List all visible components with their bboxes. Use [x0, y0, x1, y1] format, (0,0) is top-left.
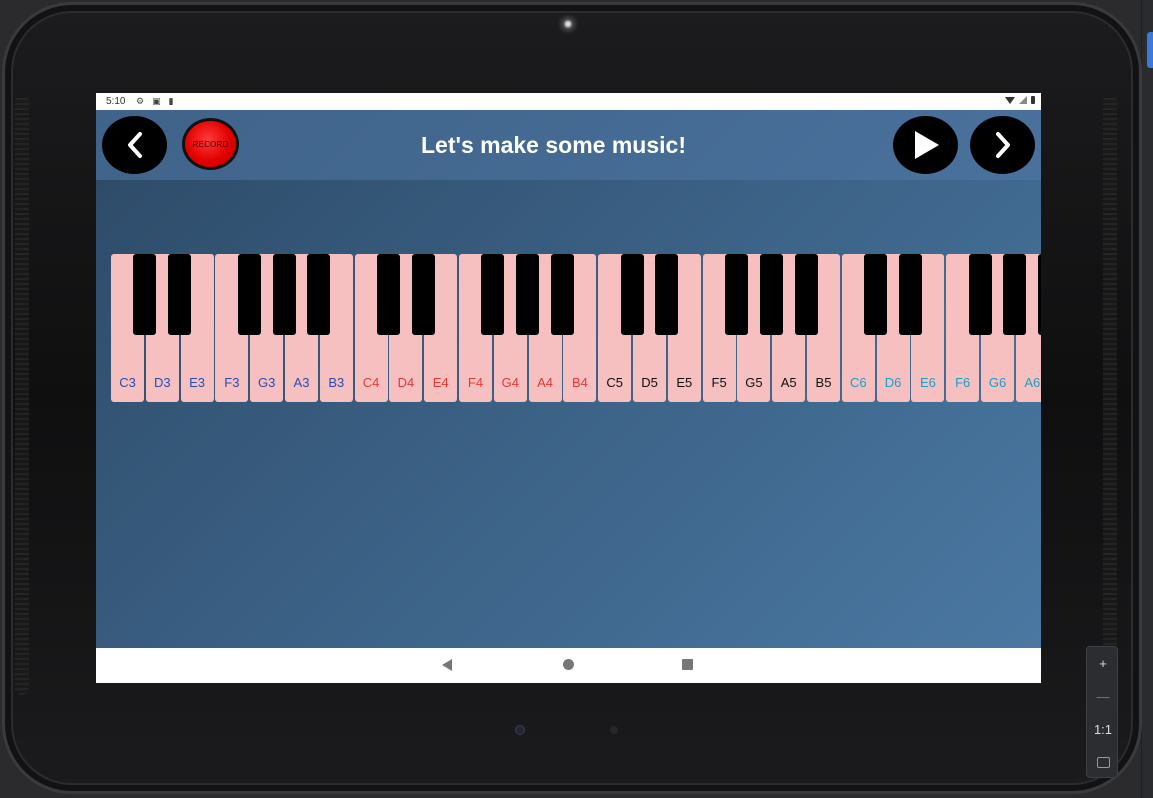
emulator-zoom-panel: + — 1:1: [1086, 646, 1118, 778]
piano-black-key[interactable]: [481, 254, 505, 335]
next-button[interactable]: [970, 116, 1035, 174]
chevron-right-icon: [995, 132, 1010, 158]
piano-black-key[interactable]: [968, 254, 992, 335]
piano-key-label: F3: [224, 375, 240, 390]
left-speaker-grille: [15, 95, 29, 695]
piano-key-label: A3: [293, 375, 310, 390]
piano-black-key[interactable]: [620, 254, 644, 335]
status-bar: 5:10 ⚙ ▣ ▮: [96, 93, 1041, 110]
fit-screen-button[interactable]: [1087, 746, 1119, 779]
signal-icon: [1019, 96, 1027, 104]
piano-black-key[interactable]: [376, 254, 400, 335]
piano-key-label: E3: [189, 375, 206, 390]
page-title: Let's make some music!: [421, 132, 686, 158]
front-camera: [564, 20, 572, 28]
battery-icon: [1031, 96, 1035, 104]
piano-key-label: G3: [258, 375, 276, 390]
piano-key-label: D3: [153, 375, 171, 390]
piano-black-key[interactable]: [655, 254, 679, 335]
zoom-out-button[interactable]: —: [1087, 680, 1119, 713]
piano-black-key[interactable]: [133, 254, 157, 335]
piano-key-label: G4: [501, 375, 519, 390]
device-screen: 5:10 ⚙ ▣ ▮ RECORD Let's make some music!…: [96, 93, 1041, 683]
piano-black-key[interactable]: [272, 254, 296, 335]
piano-black-key[interactable]: [307, 254, 331, 335]
fit-screen-icon: [1096, 757, 1110, 768]
sensor-dot: [610, 726, 618, 734]
piano-key-label: C5: [606, 375, 623, 390]
piano-black-key[interactable]: [864, 254, 888, 335]
play-button[interactable]: [893, 116, 958, 174]
piano-black-key[interactable]: [1038, 254, 1041, 335]
piano-key-label: F6: [955, 375, 971, 390]
record-label: RECORD: [192, 139, 229, 149]
android-nav-bar: [96, 648, 1041, 683]
nav-back-icon[interactable]: [442, 659, 452, 671]
piano-black-key[interactable]: [1003, 254, 1027, 335]
piano-key-label: B5: [815, 375, 832, 390]
piano-key-label: G5: [745, 375, 763, 390]
zoom-in-button[interactable]: +: [1087, 647, 1119, 680]
app-content: RECORD Let's make some music! C3 D3 E3 F3 G3…: [96, 110, 1041, 648]
piano-black-key[interactable]: [237, 254, 261, 335]
piano-black-key[interactable]: [550, 254, 574, 335]
piano-black-key[interactable]: [516, 254, 540, 335]
piano-key-label: A4: [537, 375, 554, 390]
piano-key-label: B4: [571, 375, 588, 390]
piano-black-key[interactable]: [411, 254, 435, 335]
play-icon: [914, 131, 939, 159]
top-toolbar: RECORD Let's make some music!: [96, 110, 1041, 180]
piano-black-key[interactable]: [759, 254, 783, 335]
nav-home-icon[interactable]: [563, 659, 574, 670]
a-icon: ▣: [152, 96, 161, 106]
piano-key-label: E5: [676, 375, 693, 390]
piano-key-label: E4: [432, 375, 449, 390]
sensor-icon: [515, 725, 525, 735]
settings-icon: ⚙: [136, 96, 145, 106]
piano-key-label: D5: [641, 375, 658, 390]
piano-key-label: E6: [919, 375, 936, 390]
nav-recents-icon[interactable]: [682, 659, 693, 670]
piano-black-key[interactable]: [168, 254, 192, 335]
emulator-side-panel: [1141, 0, 1153, 798]
piano-black-key[interactable]: [794, 254, 818, 335]
piano-key-label: C4: [362, 375, 380, 390]
piano-black-key[interactable]: [724, 254, 748, 335]
right-speaker-grille: [1103, 95, 1117, 695]
record-button[interactable]: RECORD: [182, 118, 239, 170]
piano-key-label: A5: [780, 375, 797, 390]
status-right-icons: [1005, 96, 1035, 104]
piano-key-label: F5: [711, 375, 727, 390]
piano-keyboard: C3 D3 E3 F3 G3 A3 B3 C4 D4 E4 F4 G4 A4 B4 C5 D5 E5 F5 G5 A5…: [111, 254, 1041, 402]
sd-card-icon: ▮: [168, 96, 174, 106]
back-button[interactable]: [102, 116, 167, 174]
piano-key-label: G6: [988, 375, 1007, 390]
piano-key-label: D4: [397, 375, 415, 390]
wifi-icon: [1005, 96, 1015, 104]
chevron-left-icon: [127, 132, 142, 158]
status-left-icons: ⚙ ▣ ▮: [136, 96, 174, 107]
piano-key-label: B3: [328, 375, 345, 390]
actual-size-button[interactable]: 1:1: [1087, 713, 1119, 746]
piano-key-label: C6: [849, 375, 867, 390]
status-time: 5:10: [106, 96, 126, 107]
record-button-face: RECORD: [185, 121, 236, 167]
piano-black-key[interactable]: [898, 254, 922, 335]
emulator-side-tab[interactable]: [1147, 32, 1153, 68]
piano-key-label: F4: [467, 375, 484, 390]
piano-key-label: A6: [1024, 375, 1041, 390]
piano-key-label: C3: [119, 375, 136, 390]
piano-key-label: D6: [884, 375, 902, 390]
